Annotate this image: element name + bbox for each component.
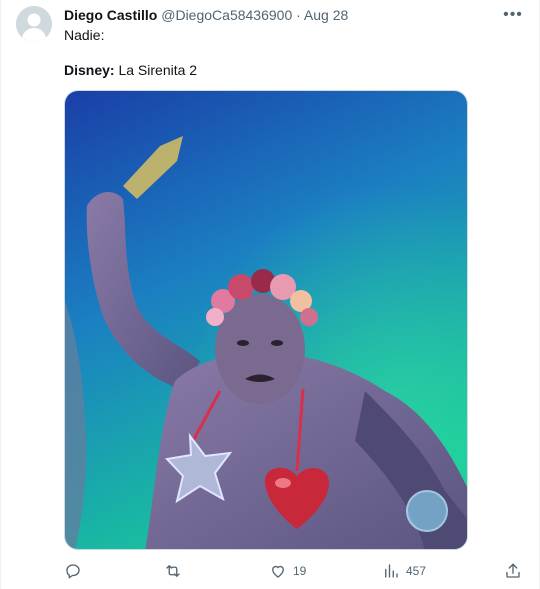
retweet-button[interactable]: [164, 560, 188, 582]
reply-button[interactable]: [64, 560, 88, 582]
tweet-text-line-1: Nadie:: [64, 27, 105, 43]
share-button[interactable]: [504, 560, 522, 582]
tweet-media[interactable]: [64, 90, 468, 550]
heart-icon: [272, 565, 284, 578]
more-options-icon: •••: [503, 6, 523, 23]
media-photo: [65, 91, 467, 549]
views-chart-icon: [385, 564, 398, 578]
tweet-text-rest: La Sirenita 2: [114, 62, 198, 78]
author-name[interactable]: Diego Castillo: [64, 7, 157, 23]
views-button[interactable]: 457: [382, 560, 426, 582]
like-button[interactable]: 19: [269, 560, 306, 582]
tweet: Diego Castillo @DiegoCa58436900 · Aug 28…: [0, 0, 540, 589]
like-count: 19: [293, 564, 307, 578]
default-avatar-icon: [16, 6, 52, 42]
view-count: 457: [406, 564, 427, 578]
share-icon: [506, 563, 520, 578]
tweet-actions: 19 457: [64, 560, 534, 582]
reply-icon: [66, 564, 80, 579]
separator-dot: ·: [296, 7, 301, 23]
tweet-text-bold: Disney:: [64, 62, 115, 78]
tweet-header: Diego Castillo @DiegoCa58436900 · Aug 28: [64, 6, 348, 24]
retweet-icon: [166, 565, 180, 577]
avatar[interactable]: [16, 6, 52, 42]
more-options-button[interactable]: •••: [501, 3, 525, 27]
tweet-text-line-2: Disney: La Sirenita 2: [64, 61, 197, 79]
author-handle[interactable]: @DiegoCa58436900: [161, 7, 292, 23]
tweet-date[interactable]: Aug 28: [304, 7, 348, 23]
